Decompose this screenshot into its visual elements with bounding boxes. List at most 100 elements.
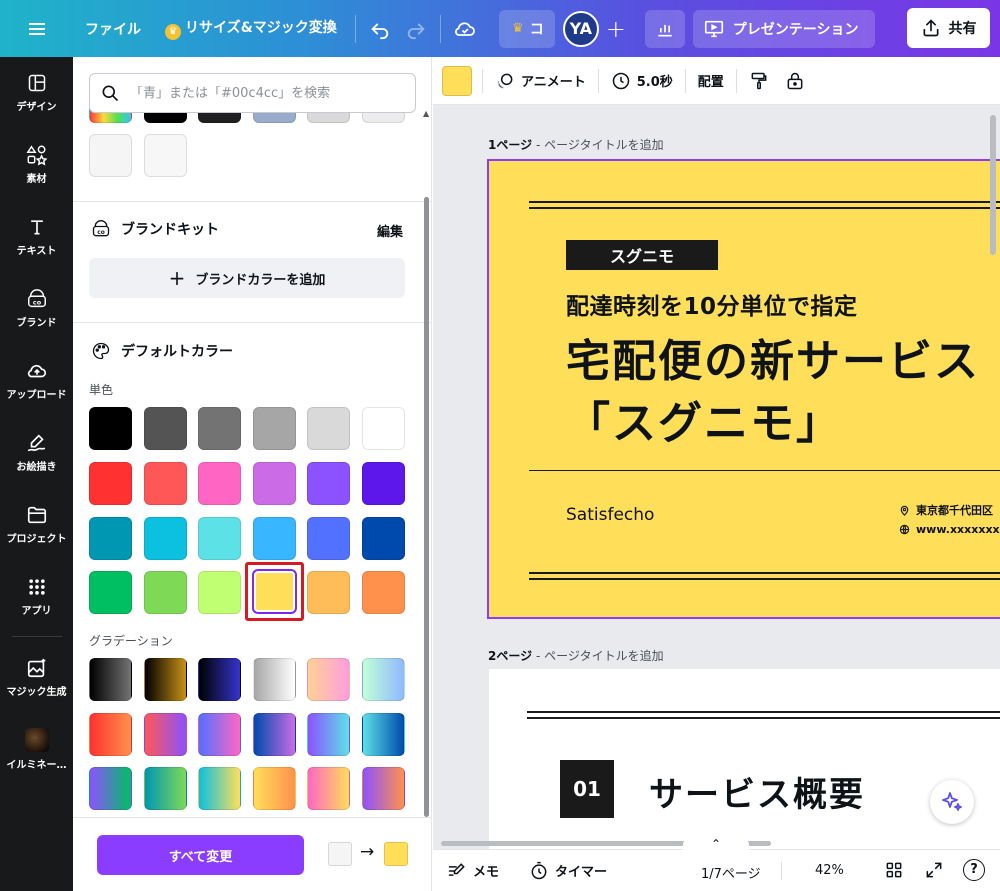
solid-color-swatch[interactable] [307,571,350,614]
gradient-color-swatch[interactable] [362,658,405,701]
present-button[interactable]: プレゼンテーション [692,9,875,48]
solid-color-swatch[interactable] [362,462,405,505]
gradient-color-swatch[interactable] [89,658,132,701]
color-search[interactable] [89,73,416,113]
grid-view-icon[interactable] [884,860,904,884]
lock-icon[interactable] [777,71,813,91]
solid-color-swatch[interactable] [198,517,241,560]
solid-color-swatch[interactable] [144,571,187,614]
help-icon[interactable]: ? [963,859,985,881]
gradient-color-swatch[interactable] [198,658,241,701]
panel-scrollbar[interactable] [424,197,429,817]
recent-color-swatch[interactable] [89,134,132,177]
slide-tag[interactable]: スグニモ [566,240,718,270]
gradient-color-swatch[interactable] [89,713,132,756]
gradient-color-swatch[interactable] [307,713,350,756]
rail-item-projects[interactable]: プロジェクト [0,488,73,560]
chevron-up-icon[interactable]: ⌃ [683,837,749,851]
solid-color-swatch[interactable] [253,407,296,450]
gradient-color-swatch[interactable] [362,713,405,756]
rail-item-brand[interactable]: co ブランド [0,272,73,344]
gradient-color-swatch[interactable] [144,658,187,701]
rail-item-design[interactable]: デザイン [0,57,73,128]
solid-color-swatch[interactable] [198,407,241,450]
slide-1[interactable]: スグニモ 配達時刻を10分単位で指定 宅配便の新サービス 「スグニモ」 Sati… [487,159,1000,619]
slide-title-line-1[interactable]: 宅配便の新サービス [566,325,980,389]
solid-color-swatch[interactable] [89,517,132,560]
animate-button[interactable]: アニメート [483,71,598,91]
resize-magic-switch-button[interactable]: ♛ リサイズ&マジック変換 [153,17,349,40]
paint-roller-icon[interactable] [737,71,777,91]
slide-url[interactable]: www.xxxxxxxxx [899,523,1000,536]
undo-icon[interactable] [362,11,398,47]
cloud-saved-icon[interactable] [447,11,483,47]
change-all-button[interactable]: すべて変更 [97,835,304,875]
solid-color-swatch[interactable] [253,462,296,505]
redo-icon[interactable] [398,11,434,47]
gradient-color-swatch[interactable] [253,658,296,701]
solid-color-swatch[interactable] [89,407,132,450]
color-search-input[interactable] [130,85,400,101]
section-number[interactable]: 01 [560,760,614,818]
solid-color-swatch[interactable] [307,407,350,450]
timer-button[interactable]: タイマー [529,861,607,881]
page-counter[interactable]: 1/7ページ [701,863,761,882]
solid-color-swatch[interactable] [307,517,350,560]
slide-brand-name[interactable]: Satisfecho [566,505,654,525]
solid-color-swatch[interactable] [362,517,405,560]
slide-subtitle[interactable]: 配達時刻を10分単位で指定 [566,287,858,321]
fullscreen-icon[interactable] [924,860,944,884]
solid-color-swatch[interactable] [89,571,132,614]
solid-color-swatch[interactable] [89,462,132,505]
gradient-color-swatch[interactable] [307,658,350,701]
magic-assistant-button[interactable] [930,780,974,824]
gradient-color-swatch[interactable] [362,767,405,810]
gradient-color-swatch[interactable] [307,767,350,810]
notes-button[interactable]: メモ [447,861,499,881]
duration-button[interactable]: 5.0秒 [599,71,685,91]
scroll-up-arrow[interactable]: ▲ [423,109,429,118]
zoom-level[interactable]: 42% [815,863,844,878]
solid-color-swatch[interactable] [144,407,187,450]
rail-item-apps[interactable]: アプリ [0,560,73,632]
solid-color-swatch[interactable] [362,407,405,450]
canvas-vertical-scrollbar[interactable] [990,115,996,255]
file-menu[interactable]: ファイル [73,19,153,39]
rail-item-uploads[interactable]: アップロード [0,344,73,416]
gradient-color-swatch[interactable] [198,767,241,810]
slide-address[interactable]: 東京都千代田区 [899,502,993,518]
solid-color-swatch[interactable] [198,571,241,614]
rail-item-illumination[interactable]: イルミネー… [0,713,73,785]
rail-item-text[interactable]: テキスト [0,200,73,272]
insights-button[interactable] [644,9,685,48]
team-button[interactable]: ♛ コ [498,9,555,48]
recent-color-swatch[interactable] [144,134,187,177]
brand-kit-edit-link[interactable]: 編集 [377,221,403,240]
share-button[interactable]: 共有 [907,8,990,48]
add-brand-color-button[interactable]: + ブランドカラーを追加 [89,258,405,298]
page-2-label[interactable]: 2ページ - ページタイトルを追加 [488,647,664,664]
rail-item-draw[interactable]: お絵描き [0,416,73,488]
gradient-color-swatch[interactable] [144,767,187,810]
current-color-button[interactable] [442,65,472,96]
solid-color-swatch[interactable] [144,462,187,505]
page-1-label[interactable]: 1ページ - ページタイトルを追加 [488,136,664,153]
rail-item-magic-media[interactable]: マジック生成 [0,641,73,713]
solid-color-swatch[interactable] [144,517,187,560]
menu-icon[interactable] [0,0,73,57]
rail-item-elements[interactable]: 素材 [0,128,73,200]
position-button[interactable]: 配置 [686,71,736,90]
gradient-color-swatch[interactable] [253,713,296,756]
slide-title-line-2[interactable]: 「スグニモ」 [566,387,842,451]
gradient-color-swatch[interactable] [198,713,241,756]
gradient-color-swatch[interactable] [89,767,132,810]
solid-color-swatch[interactable] [253,517,296,560]
gradient-color-swatch[interactable] [144,713,187,756]
gradient-color-swatch[interactable] [253,767,296,810]
slide-2-title[interactable]: サービス概要 [649,767,865,816]
avatar[interactable]: YA [562,10,599,47]
solid-color-swatch[interactable] [307,462,350,505]
solid-color-swatch[interactable] [198,462,241,505]
add-collaborator-icon[interactable]: + [599,12,633,46]
solid-color-swatch[interactable] [362,571,405,614]
